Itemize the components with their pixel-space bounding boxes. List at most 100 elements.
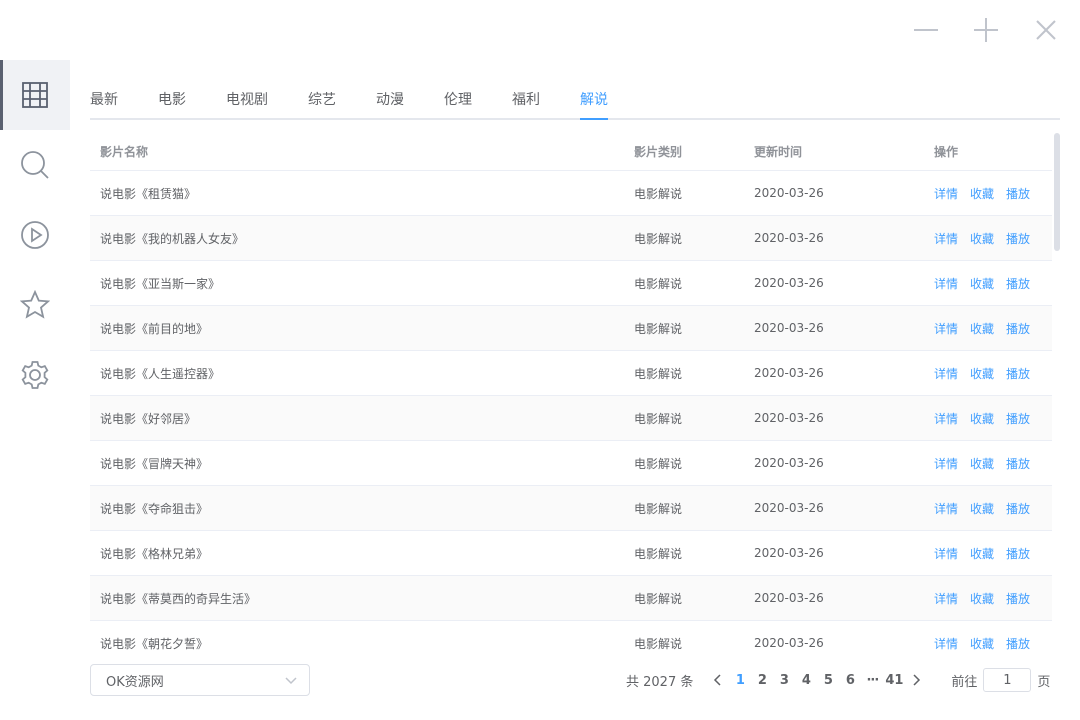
row-type: 电影解说 [634, 186, 683, 201]
scrollbar-thumb[interactable] [1054, 133, 1060, 251]
play-link[interactable]: 播放 [1006, 635, 1030, 652]
row-ops: 详情 收藏 播放 [934, 275, 1052, 292]
play-link[interactable]: 播放 [1006, 500, 1030, 517]
row-ops: 详情 收藏 播放 [934, 455, 1052, 472]
star-icon [20, 290, 50, 319]
table-row[interactable]: 说电影《人生遥控器》 电影解说 2020-03-26 详情 收藏 播放 [90, 351, 1052, 396]
row-ops: 详情 收藏 播放 [934, 320, 1052, 337]
play-link[interactable]: 播放 [1006, 455, 1030, 472]
detail-link[interactable]: 详情 [934, 590, 958, 607]
table-row[interactable]: 说电影《租赁猫》 电影解说 2020-03-26 详情 收藏 播放 [90, 171, 1052, 216]
row-ops: 详情 收藏 播放 [934, 545, 1052, 562]
minimize-button[interactable] [910, 14, 942, 46]
plus-icon [974, 18, 998, 42]
row-ops: 详情 收藏 播放 [934, 365, 1052, 382]
detail-link[interactable]: 详情 [934, 500, 958, 517]
play-link[interactable]: 播放 [1006, 410, 1030, 427]
page-suffix: 页 [1037, 674, 1051, 690]
table-row[interactable]: 说电影《格林兄弟》 电影解说 2020-03-26 详情 收藏 播放 [90, 531, 1052, 576]
sidebar-item-movies[interactable] [0, 60, 70, 130]
chevron-right-icon [913, 674, 921, 686]
play-link[interactable]: 播放 [1006, 185, 1030, 202]
page-number[interactable]: 4 [795, 673, 817, 688]
source-select[interactable]: OK资源网 [90, 664, 310, 696]
goto-page-input[interactable] [983, 668, 1032, 692]
window-controls [910, 14, 1062, 46]
favorite-link[interactable]: 收藏 [970, 230, 994, 247]
play-link[interactable]: 播放 [1006, 230, 1030, 247]
page-number[interactable]: 1 [729, 673, 751, 688]
detail-link[interactable]: 详情 [934, 365, 958, 382]
page-number[interactable]: 6 [839, 673, 861, 688]
play-link[interactable]: 播放 [1006, 365, 1030, 382]
tab-latest[interactable]: 最新 [90, 80, 118, 118]
tab-anime[interactable]: 动漫 [376, 80, 404, 118]
row-type: 电影解说 [634, 276, 683, 291]
favorite-link[interactable]: 收藏 [970, 545, 994, 562]
tab-commentary[interactable]: 解说 [580, 80, 608, 120]
detail-link[interactable]: 详情 [934, 410, 958, 427]
page-number[interactable]: 3 [773, 673, 795, 688]
more-pages-icon[interactable]: ··· [861, 673, 883, 688]
detail-link[interactable]: 详情 [934, 320, 958, 337]
play-circle-icon [21, 221, 49, 249]
row-updated: 2020-03-26 [754, 546, 824, 560]
tab-variety[interactable]: 综艺 [308, 80, 336, 118]
sidebar-item-settings[interactable] [0, 340, 70, 410]
header-type: 影片类别 [634, 145, 683, 159]
page-last[interactable]: 41 [883, 673, 905, 688]
page-number[interactable]: 2 [751, 673, 773, 688]
detail-link[interactable]: 详情 [934, 275, 958, 292]
tab-movies[interactable]: 电影 [158, 80, 186, 118]
table-row[interactable]: 说电影《朝花夕誓》 电影解说 2020-03-26 详情 收藏 播放 [90, 621, 1052, 655]
row-name: 说电影《好邻居》 [100, 411, 197, 426]
gear-icon [21, 361, 49, 389]
next-page-button[interactable] [905, 674, 927, 686]
play-link[interactable]: 播放 [1006, 590, 1030, 607]
row-type: 电影解说 [634, 366, 683, 381]
category-tabs: 最新 电影 电视剧 综艺 动漫 伦理 福利 解说 [90, 80, 1060, 120]
row-ops: 详情 收藏 播放 [934, 185, 1052, 202]
tab-welfare[interactable]: 福利 [512, 80, 540, 118]
header-name: 影片名称 [100, 145, 149, 159]
play-link[interactable]: 播放 [1006, 275, 1030, 292]
favorite-link[interactable]: 收藏 [970, 635, 994, 652]
row-type: 电影解说 [634, 501, 683, 516]
prev-page-button[interactable] [707, 674, 729, 686]
table-row[interactable]: 说电影《亚当斯一家》 电影解说 2020-03-26 详情 收藏 播放 [90, 261, 1052, 306]
favorite-link[interactable]: 收藏 [970, 365, 994, 382]
page-number[interactable]: 5 [817, 673, 839, 688]
table-row[interactable]: 说电影《我的机器人女友》 电影解说 2020-03-26 详情 收藏 播放 [90, 216, 1052, 261]
grid-icon [22, 82, 48, 108]
table-row[interactable]: 说电影《蒂莫西的奇异生活》 电影解说 2020-03-26 详情 收藏 播放 [90, 576, 1052, 621]
favorite-link[interactable]: 收藏 [970, 500, 994, 517]
favorite-link[interactable]: 收藏 [970, 275, 994, 292]
favorite-link[interactable]: 收藏 [970, 410, 994, 427]
detail-link[interactable]: 详情 [934, 545, 958, 562]
favorite-link[interactable]: 收藏 [970, 185, 994, 202]
tab-tv-series[interactable]: 电视剧 [226, 80, 268, 118]
detail-link[interactable]: 详情 [934, 185, 958, 202]
favorite-link[interactable]: 收藏 [970, 320, 994, 337]
table-row[interactable]: 说电影《冒牌天神》 电影解说 2020-03-26 详情 收藏 播放 [90, 441, 1052, 486]
table-row[interactable]: 说电影《好邻居》 电影解说 2020-03-26 详情 收藏 播放 [90, 396, 1052, 441]
detail-link[interactable]: 详情 [934, 635, 958, 652]
table-scrollbar[interactable] [1054, 133, 1060, 655]
row-updated: 2020-03-26 [754, 366, 824, 380]
detail-link[interactable]: 详情 [934, 230, 958, 247]
table-row[interactable]: 说电影《夺命狙击》 电影解说 2020-03-26 详情 收藏 播放 [90, 486, 1052, 531]
favorite-link[interactable]: 收藏 [970, 455, 994, 472]
goto-label: 前往 [951, 674, 978, 690]
table-row[interactable]: 说电影《前目的地》 电影解说 2020-03-26 详情 收藏 播放 [90, 306, 1052, 351]
play-link[interactable]: 播放 [1006, 320, 1030, 337]
favorite-link[interactable]: 收藏 [970, 590, 994, 607]
tab-ethics[interactable]: 伦理 [444, 80, 472, 118]
sidebar-item-search[interactable] [0, 130, 70, 200]
sidebar-item-player[interactable] [0, 200, 70, 270]
play-link[interactable]: 播放 [1006, 545, 1030, 562]
close-button[interactable] [1030, 14, 1062, 46]
row-updated: 2020-03-26 [754, 321, 824, 335]
detail-link[interactable]: 详情 [934, 455, 958, 472]
sidebar-item-favorites[interactable] [0, 270, 70, 340]
maximize-button[interactable] [970, 14, 1002, 46]
